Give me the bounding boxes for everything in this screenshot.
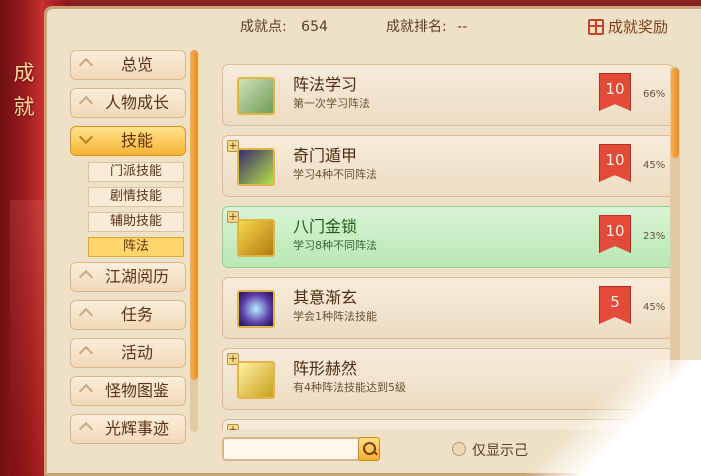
side-title-char: 就 (13, 95, 35, 119)
rank-label: 成就排名: (386, 19, 447, 35)
completion-percent: 45% (643, 302, 666, 313)
menu-item-label: 人物成长 (104, 93, 169, 112)
reward-button[interactable]: 成就奖励 (588, 16, 668, 37)
submenu-item-formation[interactable]: 阵法 (88, 237, 184, 257)
panel-header: 成就点: 654 成就排名: -- (180, 10, 650, 40)
menu-item-skills[interactable]: 技能 (70, 126, 186, 156)
menu-item-overview[interactable]: 总览 (70, 50, 186, 80)
menu-item-label: 江湖阅历 (104, 267, 169, 286)
menu-item-growth[interactable]: 人物成长 (70, 88, 186, 118)
talisman-icon (237, 148, 275, 186)
gift-icon (588, 18, 604, 35)
menu-item-label: 怪物图鉴 (104, 381, 169, 400)
reward-label: 成就奖励 (608, 18, 669, 36)
rank-display: 成就排名: -- (386, 16, 467, 36)
achievement-desc: 学习8种不同阵法 (293, 239, 377, 252)
menu-item-label: 技能 (120, 131, 153, 150)
scroll-icon (237, 77, 275, 115)
menu-item-glory[interactable]: 光辉事迹 (70, 414, 186, 444)
menu-scrollbar[interactable] (190, 50, 198, 432)
side-title-char: 成 (13, 61, 35, 85)
points-badge: 10 (599, 73, 631, 111)
achievement-title: 阵形赫然 (293, 359, 358, 378)
filter-radio[interactable] (452, 442, 466, 456)
submenu-item-story-skills[interactable]: 剧情技能 (88, 187, 184, 207)
achievement-card[interactable]: 阵法学习 第一次学习阵法 10 66% (222, 64, 674, 126)
search-input[interactable] (222, 437, 380, 461)
completion-percent: 23% (643, 231, 666, 242)
expand-plus-icon[interactable]: + (227, 424, 239, 430)
achievement-desc: 第一次学习阵法 (293, 97, 370, 110)
completion-percent: 45% (643, 160, 666, 171)
achievement-title: 八门金锁 (293, 217, 358, 236)
rank-value: -- (457, 19, 468, 35)
chevron-up-icon (78, 307, 94, 323)
achievement-title: 阵法学习 (293, 75, 358, 94)
achievement-title: 奇门遁甲 (293, 146, 358, 165)
menu-item-quests[interactable]: 任务 (70, 300, 186, 330)
menu-item-label: 任务 (120, 305, 153, 324)
completion-percent: 66% (643, 89, 666, 100)
points-badge: 5 (599, 286, 631, 324)
achievement-desc: 学会1种阵法技能 (293, 310, 377, 323)
chevron-up-icon (78, 57, 94, 73)
points-value: 654 (301, 19, 328, 35)
points-badge: 10 (599, 215, 631, 253)
submenu-item-sect-skills[interactable]: 门派技能 (88, 162, 184, 182)
corner-overlay (520, 360, 701, 476)
chevron-down-icon (78, 129, 94, 145)
submenu-item-support-skills[interactable]: 辅助技能 (88, 212, 184, 232)
chevron-up-icon (78, 345, 94, 361)
achievement-title: 其意渐玄 (293, 288, 358, 307)
menu-item-label: 活动 (120, 343, 153, 362)
vortex-icon (237, 290, 275, 328)
achievement-card[interactable]: 其意渐玄 学会1种阵法技能 5 45% (222, 277, 674, 339)
points-label: 成就点: (240, 19, 287, 35)
menu-item-bestiary[interactable]: 怪物图鉴 (70, 376, 186, 406)
points-display: 成就点: 654 (240, 16, 328, 36)
achievement-desc: 有4种阵法技能达到5级 (293, 381, 406, 394)
menu-item-events[interactable]: 活动 (70, 338, 186, 368)
gate-icon (237, 219, 275, 257)
points-badge: 10 (599, 144, 631, 182)
menu-item-label: 光辉事迹 (104, 419, 169, 438)
menu-item-experience[interactable]: 江湖阅历 (70, 262, 186, 292)
search-icon[interactable] (358, 437, 380, 461)
achievement-desc: 学习4种不同阵法 (293, 168, 377, 181)
menu-item-label: 总览 (120, 55, 153, 74)
formation-icon (237, 361, 275, 399)
achievement-side-title: 成 就 (10, 56, 38, 124)
achievement-card[interactable]: + 八门金锁 学习8种不同阵法 10 23% (222, 206, 674, 268)
achievement-card[interactable]: + 奇门遁甲 学习4种不同阵法 10 45% (222, 135, 674, 197)
